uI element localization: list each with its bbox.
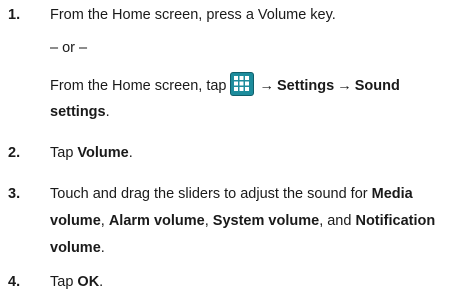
settings-label: Settings (277, 78, 335, 94)
volume-label: Volume (77, 145, 129, 161)
step-text: Tap OK. (50, 274, 104, 290)
sound-label: Sound (354, 78, 400, 94)
or-separator: – or – (50, 40, 88, 56)
ok-label: OK (77, 274, 100, 290)
step-number: 4. (8, 274, 21, 290)
step-number: 1. (8, 7, 21, 23)
arrow-icon: → (259, 78, 275, 94)
step-text: settings. (50, 104, 110, 120)
step-text: Tap Volume. (50, 145, 133, 161)
step-number: 3. (8, 186, 21, 202)
arrow-icon: → (337, 78, 352, 94)
step-number: 2. (8, 145, 21, 161)
step-text: From the Home screen, tap → Settings → Sound (50, 72, 400, 96)
apps-grid-icon (229, 72, 254, 96)
step-text: volume. (50, 240, 105, 256)
step-text: volume, Alarm volume, System volume, and… (50, 213, 436, 229)
step-text: Touch and drag the sliders to adjust the… (50, 186, 413, 202)
step-text: From the Home screen, press a Volume key… (50, 7, 336, 23)
